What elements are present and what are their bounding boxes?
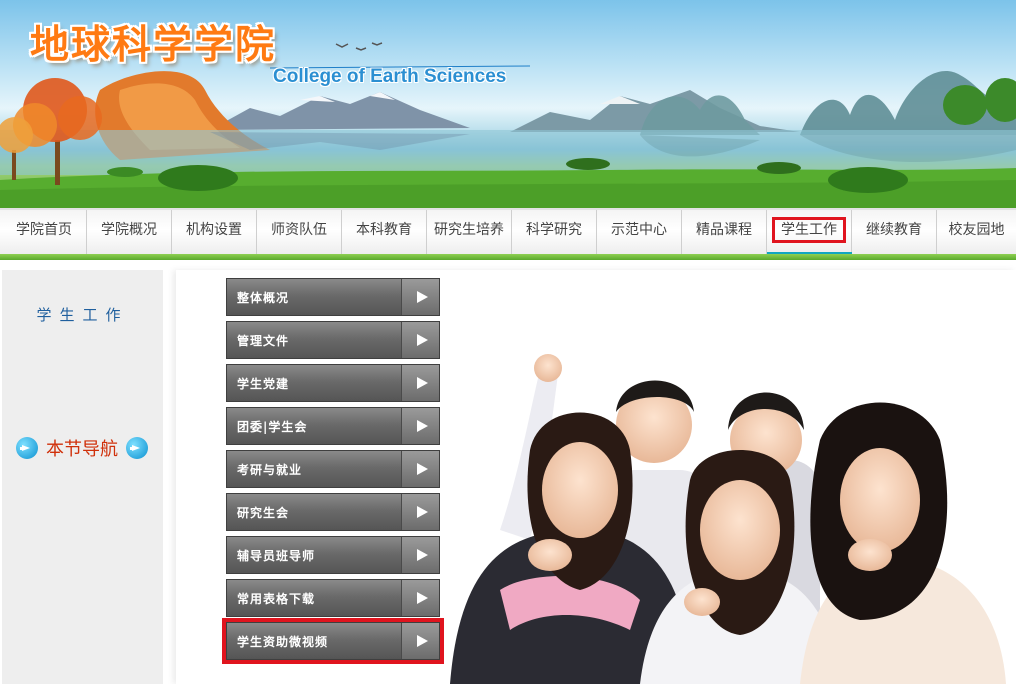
nav-item-demo-center[interactable]: 示范中心 <box>597 210 682 254</box>
nav-item-label: 科学研究 <box>526 222 582 238</box>
circle-arrow-right-icon <box>16 437 38 459</box>
nav-item-label: 精品课程 <box>696 222 752 238</box>
play-arrow-icon <box>401 580 439 616</box>
play-arrow-icon <box>401 365 439 401</box>
menu-item-overview[interactable]: 整体概况 <box>226 278 440 316</box>
nav-item-undergraduate[interactable]: 本科教育 <box>342 210 427 254</box>
menu-item-label: 管理文件 <box>237 334 290 348</box>
menu-item-label: 辅导员班导师 <box>237 549 316 563</box>
menu-item-label: 常用表格下载 <box>237 592 316 606</box>
section-nav: 本节导航 <box>16 436 148 460</box>
nav-item-label: 研究生培养 <box>434 222 504 238</box>
nav-item-label: 师资队伍 <box>271 222 327 238</box>
site-title: 地球科学学院 <box>30 22 277 68</box>
nav-item-student-work[interactable]: 学生工作 <box>767 210 852 256</box>
play-arrow-icon <box>401 494 439 530</box>
nav-item-home[interactable]: 学院首页 <box>2 210 87 254</box>
nav-item-label: 学生工作 <box>772 217 846 243</box>
nav-item-organization[interactable]: 机构设置 <box>172 210 257 254</box>
menu-item-party-building[interactable]: 学生党建 <box>226 364 440 402</box>
site-subtitle: College of Earth Sciences <box>273 66 507 87</box>
play-arrow-icon <box>401 623 439 659</box>
nav-item-label: 示范中心 <box>611 222 667 238</box>
play-arrow-icon <box>401 322 439 358</box>
menu-item-grad-union[interactable]: 研究生会 <box>226 493 440 531</box>
sidebar: 学生工作 本节导航 <box>2 270 163 684</box>
play-arrow-icon <box>401 279 439 315</box>
header-banner: 地球科学学院 College of Earth Sciences <box>0 0 1016 208</box>
menu-item-forms[interactable]: 常用表格下载 <box>226 579 440 617</box>
section-nav-label: 本节导航 <box>46 439 118 460</box>
play-arrow-icon <box>401 408 439 444</box>
menu-item-documents[interactable]: 管理文件 <box>226 321 440 359</box>
nav-item-label: 本科教育 <box>356 222 412 238</box>
nav-item-label: 学院首页 <box>16 222 72 238</box>
menu-item-career[interactable]: 考研与就业 <box>226 450 440 488</box>
menu-item-label: 学生资助微视频 <box>237 635 329 649</box>
nav-item-faculty[interactable]: 师资队伍 <box>257 210 342 254</box>
students-photo <box>450 354 1006 684</box>
circle-arrow-right-icon <box>126 437 148 459</box>
menu-item-label: 考研与就业 <box>237 463 303 477</box>
main-nav: 学院首页 学院概况 机构设置 师资队伍 本科教育 研究生培养 科学研究 示范中心… <box>0 208 1016 260</box>
nav-item-continuing-ed[interactable]: 继续教育 <box>852 210 937 254</box>
menu-item-label: 学生党建 <box>237 377 290 391</box>
nav-item-research[interactable]: 科学研究 <box>512 210 597 254</box>
play-arrow-icon <box>401 537 439 573</box>
menu-item-label: 研究生会 <box>237 506 290 520</box>
menu-item-label: 整体概况 <box>237 291 290 305</box>
nav-item-overview[interactable]: 学院概况 <box>87 210 172 254</box>
nav-item-label: 继续教育 <box>866 222 922 238</box>
play-arrow-icon <box>401 451 439 487</box>
menu-item-league-union[interactable]: 团委|学生会 <box>226 407 440 445</box>
nav-item-label: 机构设置 <box>186 222 242 238</box>
menu-item-aid-videos[interactable]: 学生资助微视频 <box>222 618 444 664</box>
nav-item-graduate[interactable]: 研究生培养 <box>427 210 512 254</box>
sidebar-title: 学生工作 <box>36 306 129 324</box>
nav-green-strip <box>0 254 1016 260</box>
menu-item-label: 团委|学生会 <box>237 420 308 434</box>
nav-item-label: 校友园地 <box>948 222 1005 238</box>
nav-item-courses[interactable]: 精品课程 <box>682 210 767 254</box>
nav-item-alumni[interactable]: 校友园地 <box>937 210 1016 254</box>
menu-item-counselors[interactable]: 辅导员班导师 <box>226 536 440 574</box>
nav-item-label: 学院概况 <box>101 222 157 238</box>
